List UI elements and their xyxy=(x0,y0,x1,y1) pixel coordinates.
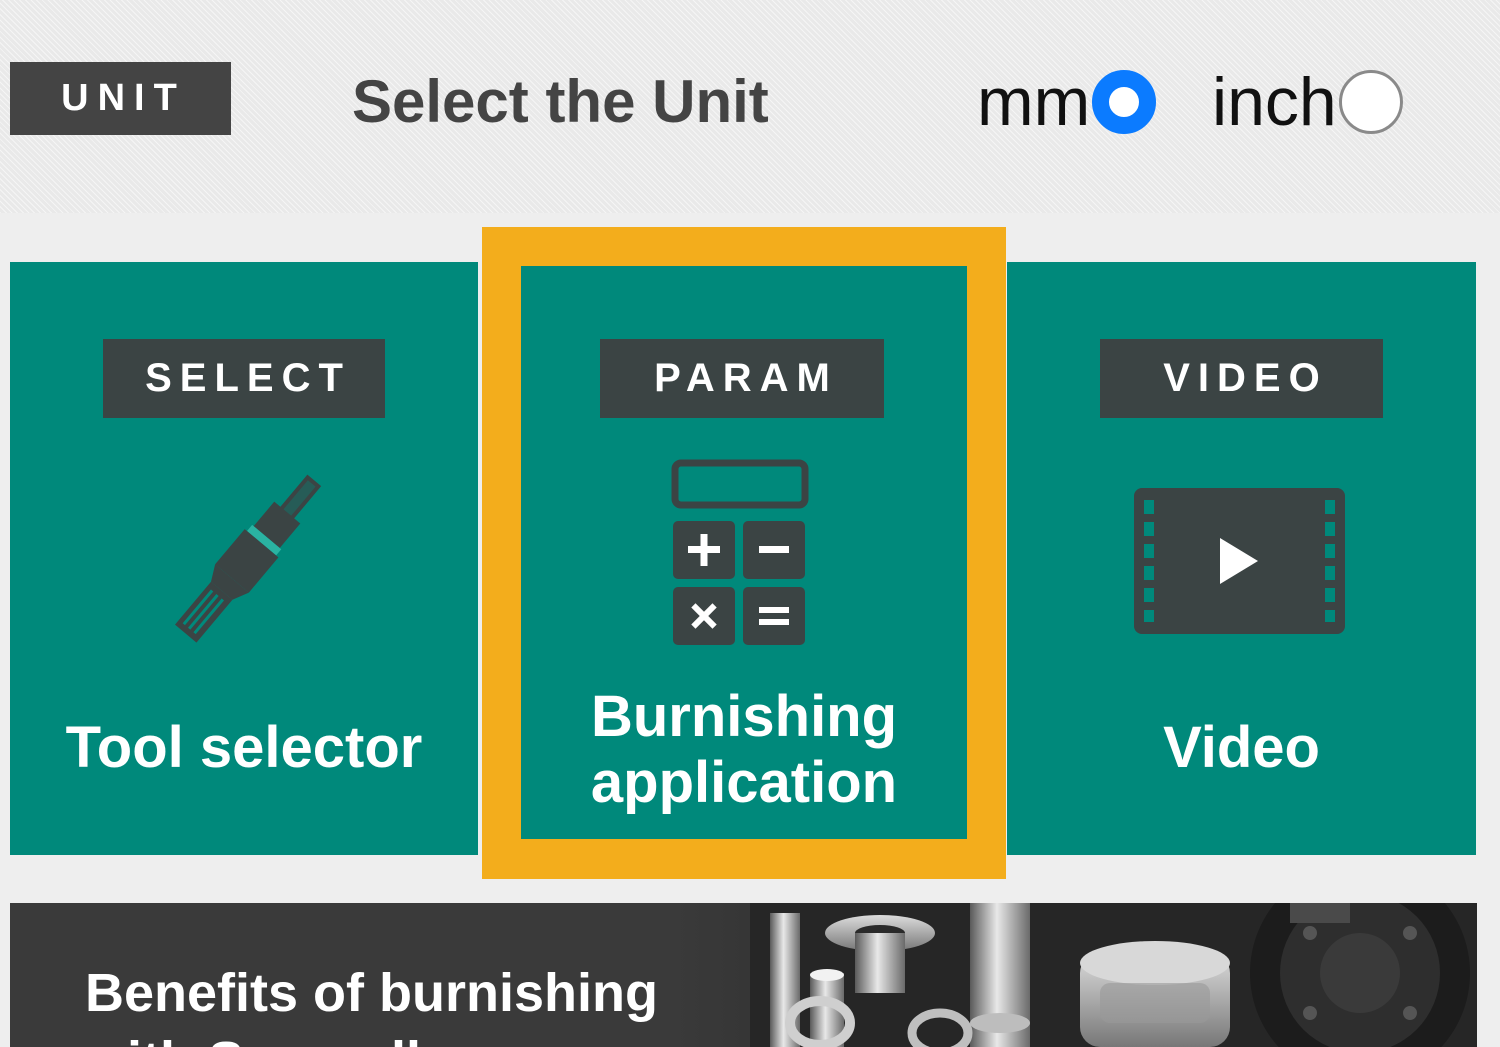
tool-selector-label: Tool selector xyxy=(65,715,423,780)
tool-selector-card[interactable]: SELECT Tool selector xyxy=(10,262,478,855)
machined-parts-photo xyxy=(750,903,1477,1047)
unit-option-mm-label: mm xyxy=(977,64,1091,140)
burnishing-benefits-banner[interactable]: Benefits of burnishing with Sugarall xyxy=(10,903,1477,1047)
unit-option-inch-label: inch xyxy=(1212,64,1337,140)
video-play-icon xyxy=(1134,488,1345,634)
video-label: Video xyxy=(1163,715,1320,780)
burnishing-application-card[interactable]: PARAM Burnishing application xyxy=(482,227,1006,879)
calculator-icon xyxy=(671,459,809,645)
roller-burnishing-tool-icon xyxy=(174,474,322,643)
video-card[interactable]: VIDEO Video xyxy=(1007,262,1476,855)
unit-option-mm[interactable]: mm xyxy=(977,62,1157,142)
burnishing-application-card-inner: PARAM Burnishing application xyxy=(521,266,967,839)
unit-radio-inch[interactable] xyxy=(1338,70,1403,134)
page: UNIT Select the Unit mm inch SELECT Tool… xyxy=(0,0,1500,1047)
video-badge: VIDEO xyxy=(1100,339,1383,418)
unit-option-inch[interactable]: inch xyxy=(1212,62,1403,142)
unit-badge: UNIT xyxy=(10,62,231,135)
unit-radio-mm[interactable] xyxy=(1092,70,1157,134)
unit-title: Select the Unit xyxy=(352,68,769,135)
burnishing-application-label: Burnishing application xyxy=(590,684,898,815)
param-badge: PARAM xyxy=(600,339,884,418)
banner-title: Benefits of burnishing with Sugarall xyxy=(85,963,658,1047)
select-badge: SELECT xyxy=(103,339,385,418)
unit-bar: UNIT Select the Unit mm inch xyxy=(0,0,1500,213)
